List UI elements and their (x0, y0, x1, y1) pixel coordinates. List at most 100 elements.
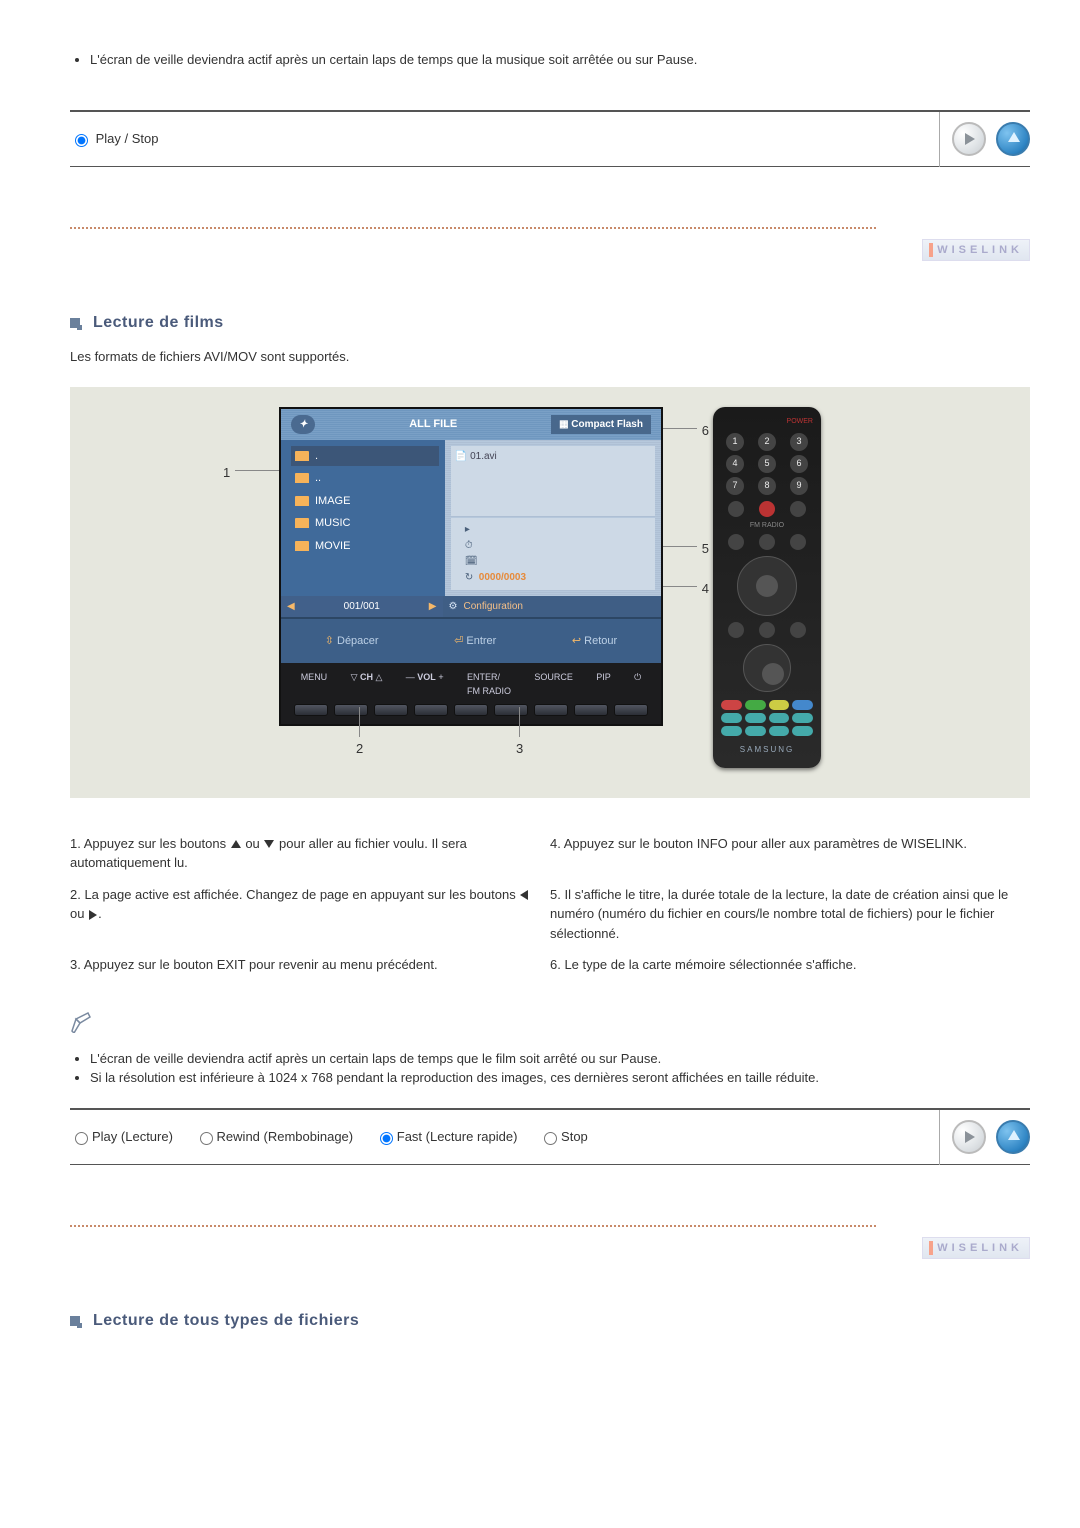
fast-label: Fast (Lecture rapide) (397, 1129, 518, 1144)
instructions-table: 1. Appuyez sur les boutons ou pour aller… (70, 828, 1030, 981)
source-label: SOURCE (534, 671, 573, 698)
file-counter: 0000/0003 (479, 572, 526, 583)
btn[interactable] (792, 713, 813, 723)
key-6[interactable]: 6 (790, 455, 808, 473)
folder-icon (295, 496, 309, 506)
remote-btn[interactable] (728, 501, 744, 517)
section-divider (70, 227, 876, 229)
list-item[interactable]: MUSIC (291, 513, 439, 534)
jog-wheel[interactable] (743, 644, 791, 692)
play-option[interactable]: Play (Lecture) (70, 1129, 173, 1144)
list-item[interactable]: .. (291, 468, 439, 489)
wiselink-label: WISELINK (937, 244, 1023, 256)
tv-topbar: ✦ ALL FILE ▦ Compact Flash (281, 409, 661, 440)
play-stop-radio[interactable] (75, 134, 88, 147)
note-text: Si la résolution est inférieure à 1024 x… (90, 1068, 1030, 1088)
top-icon[interactable] (996, 1120, 1030, 1154)
hw-button[interactable] (454, 704, 488, 716)
move-icon: ⇳ (325, 635, 334, 647)
remote-btn[interactable] (790, 622, 806, 638)
hint-enter: Entrer (466, 635, 496, 647)
key-8[interactable]: 8 (758, 477, 776, 495)
btn[interactable] (769, 726, 790, 736)
key-1[interactable]: 1 (726, 433, 744, 451)
list-item[interactable]: MOVIE (291, 536, 439, 557)
films-figure: 1 6 5 4 ✦ ALL FILE ▦ Compact Flash . (70, 387, 1030, 798)
hw-button[interactable] (334, 704, 368, 716)
preview-filename: 01.avi (470, 451, 497, 462)
hw-button[interactable] (614, 704, 648, 716)
hw-button[interactable] (414, 704, 448, 716)
remote-btn[interactable] (759, 622, 775, 638)
pencil-icon (70, 1011, 94, 1033)
preview-info: ▸⏱🗓↻ 0000/0003 (451, 518, 655, 590)
btn[interactable] (721, 726, 742, 736)
next-icon[interactable] (952, 122, 986, 156)
dpad[interactable] (737, 556, 797, 616)
remote-btn[interactable] (759, 501, 775, 517)
key-7[interactable]: 7 (726, 477, 744, 495)
preview-pane: 📄 01.avi ▸⏱🗓↻ 0000/0003 (445, 440, 661, 596)
folder-icon (295, 541, 309, 551)
key-9[interactable]: 9 (790, 477, 808, 495)
btn[interactable] (745, 713, 766, 723)
remote-btn[interactable] (759, 534, 775, 550)
hw-button[interactable] (494, 704, 528, 716)
fast-radio[interactable] (380, 1132, 393, 1145)
preview-box: 📄 01.avi (451, 446, 655, 516)
heading-bullet-icon (70, 318, 80, 328)
stop-radio[interactable] (544, 1132, 557, 1145)
folder-icon (295, 518, 309, 528)
instr-1: 1. Appuyez sur les boutons ou pour aller… (70, 828, 550, 879)
tv-screen: ✦ ALL FILE ▦ Compact Flash . .. IMAGE MU… (281, 409, 661, 664)
films-heading: Lecture de films (70, 311, 1030, 335)
key-3[interactable]: 3 (790, 433, 808, 451)
stop-option[interactable]: Stop (539, 1129, 588, 1144)
key-2[interactable]: 2 (758, 433, 776, 451)
rewind-radio[interactable] (200, 1132, 213, 1145)
btn[interactable] (721, 713, 742, 723)
music-screensaver-note: L'écran de veille deviendra actif après … (70, 50, 1030, 70)
play-stop-option[interactable]: Play / Stop (70, 131, 159, 146)
btn[interactable] (792, 726, 813, 736)
remote-btn[interactable] (790, 501, 806, 517)
wiselink-badge: WISELINK (70, 1237, 1030, 1260)
play-radio[interactable] (75, 1132, 88, 1145)
page-indicator: 001/001 (344, 599, 380, 614)
remote-btn[interactable] (790, 534, 806, 550)
remote-btn[interactable] (728, 622, 744, 638)
allfiles-title: Lecture de tous types de fichiers (93, 1312, 359, 1329)
tv-hints: ⇳Dépacer ⏎Entrer ↩Retour (281, 617, 661, 664)
remote-btn[interactable] (728, 534, 744, 550)
callout-5: 5 (702, 539, 709, 559)
fast-option[interactable]: Fast (Lecture rapide) (375, 1129, 518, 1144)
top-icon[interactable] (996, 122, 1030, 156)
list-item[interactable]: IMAGE (291, 491, 439, 512)
list-item[interactable]: . (291, 446, 439, 467)
hint-move: Dépacer (337, 635, 379, 647)
hw-button[interactable] (574, 704, 608, 716)
next-icon[interactable] (952, 1120, 986, 1154)
film-options: Play (Lecture) Rewind (Rembobinage) Fast… (70, 1109, 940, 1165)
hint-return: Retour (584, 635, 617, 647)
fm-radio-label: FM RADIO (721, 521, 813, 532)
tv-wrap: 1 6 5 4 ✦ ALL FILE ▦ Compact Flash . (279, 407, 663, 727)
pip-label: PIP (596, 671, 611, 698)
number-keys: 1 2 3 4 5 6 7 8 9 (721, 433, 813, 495)
btn[interactable] (745, 726, 766, 736)
yellow-btn[interactable] (769, 700, 790, 710)
key-4[interactable]: 4 (726, 455, 744, 473)
folder-icon (295, 473, 309, 483)
green-btn[interactable] (745, 700, 766, 710)
power-icon: ⏻ (634, 671, 641, 698)
key-5[interactable]: 5 (758, 455, 776, 473)
hw-button[interactable] (374, 704, 408, 716)
rewind-option[interactable]: Rewind (Rembobinage) (195, 1129, 354, 1144)
wiselink-label: WISELINK (937, 1242, 1023, 1254)
play-label: Play (Lecture) (92, 1129, 173, 1144)
hw-button[interactable] (294, 704, 328, 716)
red-btn[interactable] (721, 700, 742, 710)
hw-button[interactable] (534, 704, 568, 716)
blue-btn[interactable] (792, 700, 813, 710)
btn[interactable] (769, 713, 790, 723)
